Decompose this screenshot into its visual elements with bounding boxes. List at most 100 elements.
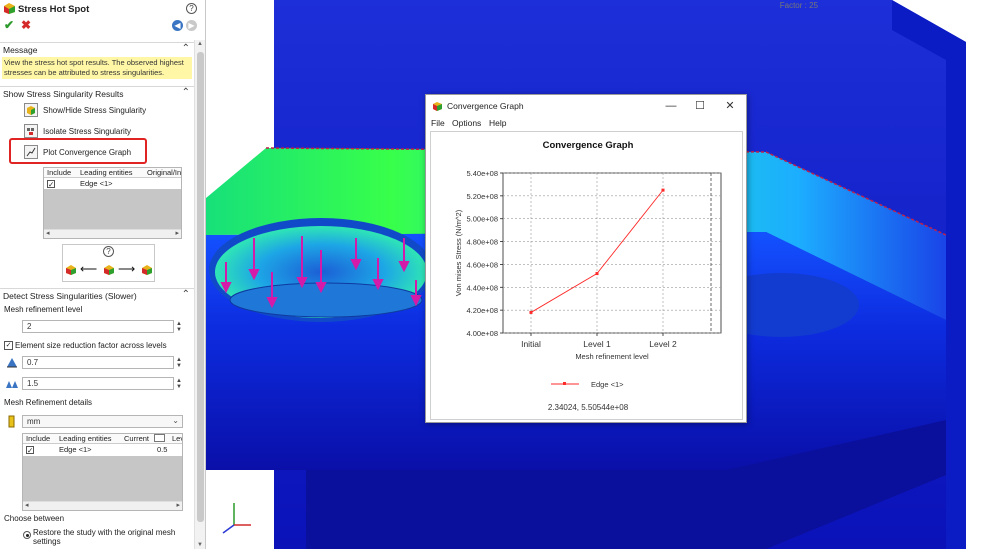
convergence-chart: Convergence Graph 4.00e+08 4.20e+08 4.40e+… [454, 140, 722, 412]
restore-option-label: Restore the study with the original mesh… [33, 528, 176, 546]
coarse-mesh-icon [66, 265, 76, 275]
menu-file[interactable]: File [431, 118, 445, 128]
legend-label: Edge <1> [591, 380, 624, 389]
size-factor-label: Element size reduction factor across lev… [15, 341, 167, 350]
maximize-icon[interactable]: ☐ [690, 98, 710, 114]
isolate-singularity-icon [24, 124, 38, 138]
show-results-section-header[interactable]: Show Stress Singularity Results ⌃ [0, 86, 194, 100]
column-header: Leading entities [59, 434, 112, 443]
option-label: Show/Hide Stress Singularity [43, 106, 147, 115]
include-checkbox[interactable]: ✓ [26, 446, 34, 454]
legend-marker [563, 382, 566, 385]
spinner-arrows-icon[interactable]: ▲ ▼ [176, 321, 183, 333]
mesh-details-label: Mesh Refinement details [4, 398, 93, 407]
table-row[interactable]: ✓ Edge <1> [44, 179, 181, 189]
element-size-icon [7, 358, 17, 368]
cancel-x-icon[interactable]: ✖ [21, 18, 31, 32]
collapse-chevron-icon[interactable]: ⌃ [182, 43, 190, 54]
column-header: Include [47, 168, 72, 177]
close-icon[interactable]: ✕ [720, 98, 740, 114]
factor-a-input[interactable]: 0.7 [22, 356, 174, 369]
back-arrow-icon[interactable]: ◀ [172, 20, 183, 31]
forward-arrow-icon[interactable]: ▶ [186, 20, 197, 31]
window-titlebar[interactable]: Convergence Graph — ☐ ✕ [426, 95, 746, 117]
column-header: Current [124, 434, 150, 443]
include-checkbox[interactable]: ✓ [47, 180, 55, 188]
message-text: View the stress hot spot results. The ob… [2, 57, 192, 79]
mesh-refinement-level-input[interactable]: 2 [22, 320, 174, 333]
property-manager-header: Stress Hot Spot ? ✔ ✖ ◀ ▶ [0, 0, 205, 36]
message-section-header[interactable]: Message ⌃ [0, 42, 194, 56]
y-tick-label: 4.40e+08 [467, 283, 499, 292]
factor-b-input[interactable]: 1.5 [22, 377, 174, 390]
collapse-chevron-icon[interactable]: ⌃ [182, 87, 190, 98]
collapse-chevron-icon[interactable]: ⌃ [182, 289, 190, 300]
deformation-scale-label: Factor : 25 [779, 1, 818, 10]
field-value: 0.7 [27, 358, 39, 367]
restore-radio[interactable] [23, 531, 31, 539]
menu-options[interactable]: Options [452, 118, 481, 128]
sort-icon[interactable] [154, 434, 165, 442]
property-manager-title: Stress Hot Spot [18, 4, 90, 15]
horizontal-scrollbar[interactable]: ◂ ▸ [23, 501, 182, 510]
column-header: Include [26, 434, 51, 443]
leading-entity: Edge <1> [59, 445, 92, 454]
ok-check-icon[interactable]: ✔ [4, 18, 14, 32]
y-tick-label: 4.80e+08 [467, 238, 499, 247]
table-empty-area [23, 456, 182, 502]
detect-header-label: Detect Stress Singularities (Slower) [3, 291, 137, 301]
unit-dropdown[interactable]: mm ⌄ [22, 415, 183, 428]
horizontal-scrollbar[interactable]: ◂ ▸ [44, 229, 181, 238]
leading-entity: Edge <1> [80, 179, 113, 188]
y-axis: 4.00e+08 4.20e+08 4.40e+08 4.60e+08 4.80e+08… [467, 169, 503, 338]
cursor-readout: 2.34024, 5.50544e+08 [548, 403, 629, 412]
y-tick-label: 5.40e+08 [467, 169, 499, 178]
show-hide-singularity-icon [24, 103, 38, 117]
app-icon [433, 102, 442, 111]
property-manager: Stress Hot Spot ? ✔ ✖ ◀ ▶ Message ⌃ View… [0, 0, 206, 549]
y-tick-label: 5.00e+08 [467, 215, 499, 224]
data-point [595, 272, 599, 276]
table-empty-area [44, 189, 181, 230]
help-icon[interactable]: ? [186, 3, 197, 14]
table-header: Include Leading entities Original/In [44, 168, 181, 178]
plot-frame [502, 172, 722, 334]
detect-section-header[interactable]: Detect Stress Singularities (Slower) ⌃ [0, 288, 194, 302]
chevron-down-icon: ⌄ [172, 416, 179, 425]
scroll-up-icon[interactable]: ▲ [197, 41, 203, 47]
data-point [529, 310, 533, 314]
y-tick-label: 5.20e+08 [467, 192, 499, 201]
y-tick-label: 4.00e+08 [467, 329, 499, 338]
mesh-details-table: Include Leading entities Current Leve ✓ … [22, 433, 183, 511]
convergence-graph-window: Convergence Graph — ☐ ✕ File Options Hel… [425, 94, 747, 423]
table-header: Include Leading entities Current Leve [23, 434, 182, 444]
table-row[interactable]: ✓ Edge <1> 0.5 [23, 445, 182, 455]
column-header: Leading entities [80, 168, 133, 177]
minimize-icon[interactable]: — [661, 98, 681, 114]
x-tick-label: Initial [521, 339, 541, 349]
left-arrow-icon: ⟵ [80, 262, 98, 276]
show-results-header-label: Show Stress Singularity Results [3, 89, 124, 99]
column-header: Original/In [147, 168, 182, 177]
right-arrow-icon: ⟶ [118, 262, 136, 276]
x-tick-label: Level 1 [583, 339, 611, 349]
spinner-arrows-icon[interactable]: ▲ ▼ [176, 378, 183, 390]
help-icon[interactable]: ? [103, 246, 114, 257]
panel-scrollbar[interactable]: ▲ ▼ [194, 40, 205, 549]
size-factor-checkbox[interactable]: ✓ [4, 341, 13, 350]
singularity-results-table: Include Leading entities Original/In ✓ E… [43, 167, 182, 239]
x-axis-label: Mesh refinement level [575, 352, 649, 361]
x-axis: Initial Level 1 Level 2 [521, 333, 677, 349]
field-value: 2 [27, 322, 32, 331]
chart-area[interactable]: Convergence Graph 4.00e+08 4.20e+08 4.40e+… [430, 131, 743, 420]
field-value: 1.5 [27, 379, 39, 388]
data-point [661, 188, 665, 192]
scroll-thumb[interactable] [197, 52, 204, 522]
column-header: Leve [172, 434, 182, 443]
mesh-refinement-level-label: Mesh refinement level [4, 305, 83, 314]
spinner-arrows-icon[interactable]: ▲ ▼ [176, 357, 183, 369]
menu-help[interactable]: Help [489, 118, 506, 128]
menu-bar: File Options Help [426, 117, 746, 131]
element-ratio-icon [6, 381, 18, 388]
scroll-down-icon[interactable]: ▼ [197, 542, 203, 548]
